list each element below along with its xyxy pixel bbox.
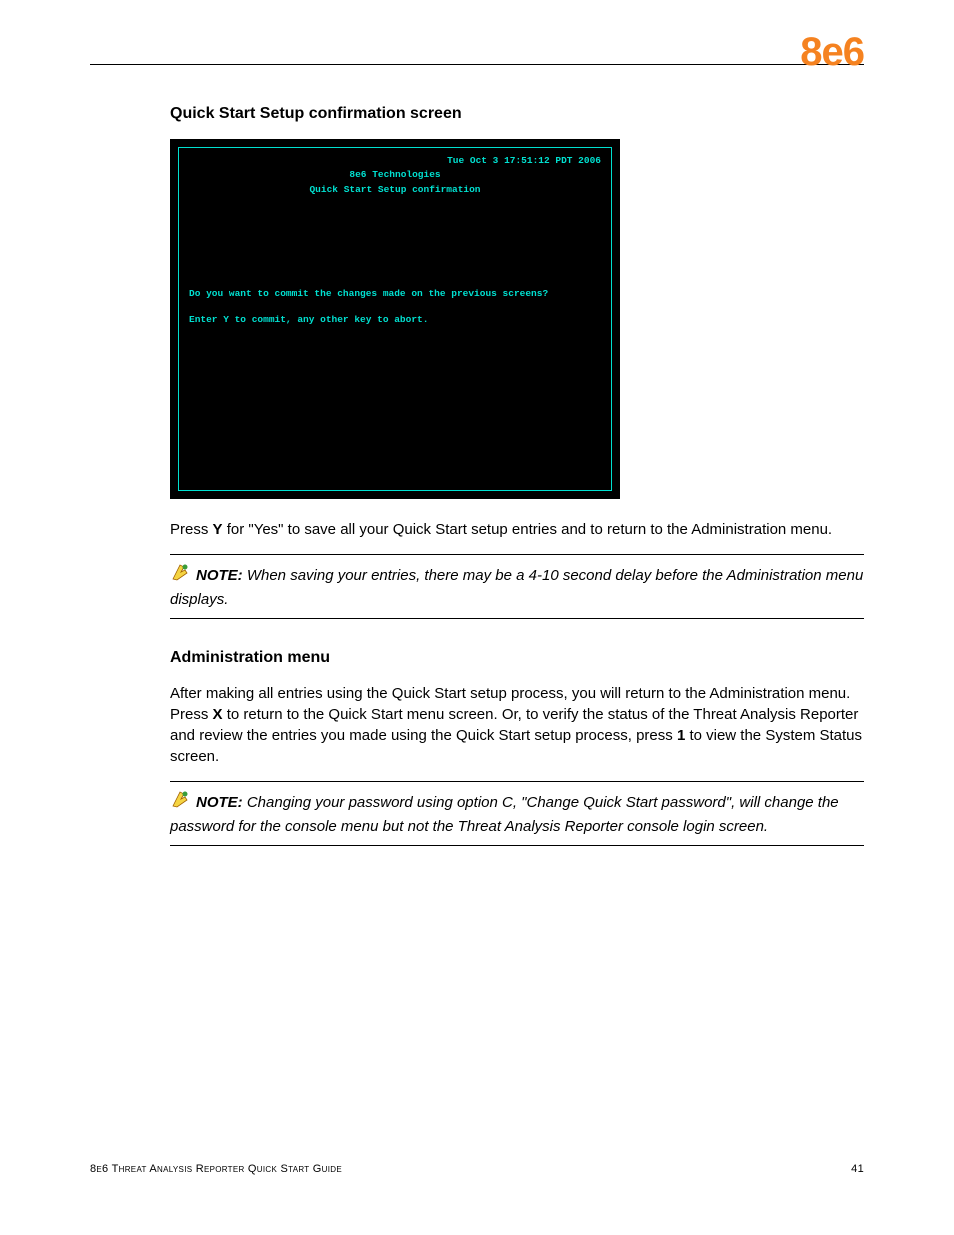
footer-title: 8e6 Threat Analysis Reporter Quick Start… (90, 1163, 342, 1175)
brand-logo: 8e6 (792, 36, 864, 68)
section-heading-admin: Administration menu (170, 649, 864, 667)
terminal-prompt-1: Do you want to commit the changes made o… (189, 287, 601, 301)
note-icon (170, 563, 192, 589)
body-text-admin: After making all entries using the Quick… (170, 683, 864, 767)
section-heading-quickstart: Quick Start Setup confirmation screen (170, 105, 864, 123)
header-rule: 8e6 (90, 30, 864, 65)
terminal-date: Tue Oct 3 17:51:12 PDT 2006 (189, 154, 601, 168)
note-icon (170, 790, 192, 816)
body-text-press-y: Press Y for "Yes" to save all your Quick… (170, 519, 864, 540)
note-block-2: NOTE: Changing your password using optio… (170, 781, 864, 846)
note-text: When saving your entries, there may be a… (170, 567, 863, 608)
terminal-inner: Tue Oct 3 17:51:12 PDT 2006 8e6 Technolo… (178, 147, 612, 491)
page-footer: 8e6 Threat Analysis Reporter Quick Start… (90, 1163, 864, 1175)
note-label: NOTE: (196, 794, 243, 811)
terminal-screenshot: Tue Oct 3 17:51:12 PDT 2006 8e6 Technolo… (170, 139, 620, 499)
note-text: Changing your password using option C, "… (170, 794, 839, 835)
terminal-company: 8e6 Technologies (189, 168, 601, 182)
terminal-prompt-2: Enter Y to commit, any other key to abor… (189, 313, 601, 327)
note-label: NOTE: (196, 567, 243, 584)
terminal-subtitle: Quick Start Setup confirmation (189, 183, 601, 197)
note-block-1: NOTE: When saving your entries, there ma… (170, 554, 864, 619)
page-number: 41 (851, 1163, 864, 1175)
